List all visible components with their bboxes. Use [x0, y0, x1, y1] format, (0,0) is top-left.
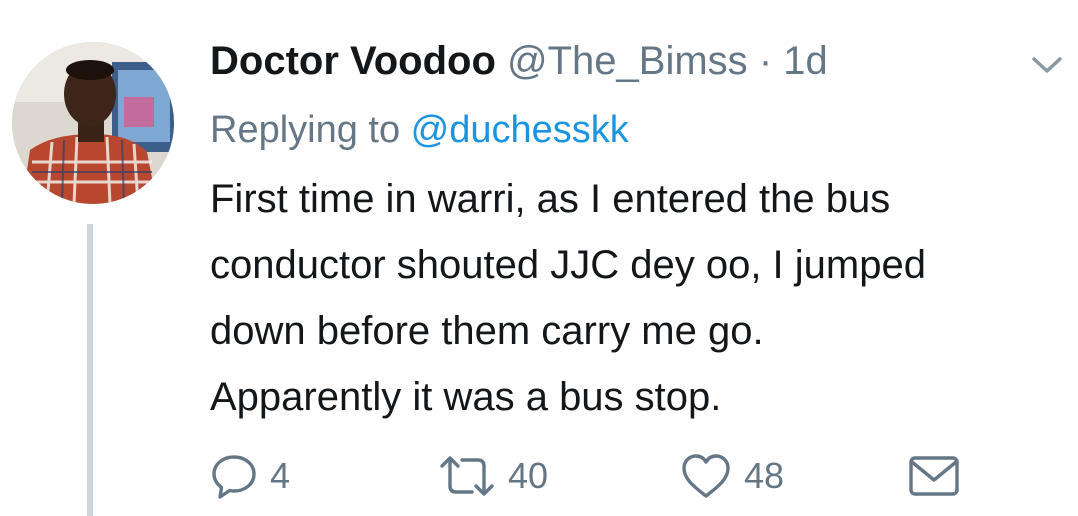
reply-count: 4 — [270, 455, 291, 496]
retweet-icon — [440, 456, 494, 496]
heart-icon — [682, 454, 730, 498]
separator-dot: · — [758, 39, 773, 83]
tweet-text: First time in warri, as I entered the bu… — [210, 166, 1070, 430]
reply-button[interactable]: 4 — [210, 446, 290, 506]
tweet-header: Doctor Voodoo @The_Bimss · 1d — [210, 30, 828, 92]
retweet-count: 40 — [508, 455, 549, 496]
avatar-image — [12, 42, 174, 204]
reply-icon — [212, 455, 256, 499]
tweet-text-line: Apparently it was a bus stop. — [210, 375, 722, 419]
tweet-text-line: First time in warri, as I entered the bu… — [210, 177, 891, 221]
tweet-text-line: conductor shouted JJC dey oo, I jumped — [210, 243, 926, 287]
action-bar: 4 40 48 — [210, 446, 1070, 506]
timestamp[interactable]: 1d — [783, 39, 828, 83]
tweet: Doctor Voodoo @The_Bimss · 1d Replying t… — [0, 0, 1078, 516]
thread-line — [87, 224, 93, 516]
envelope-icon — [909, 456, 959, 496]
replying-to: Replying to @duchesskk — [210, 100, 629, 160]
tweet-text-line: down before them carry me go. — [210, 309, 764, 353]
user-handle[interactable]: @The_Bimss — [507, 39, 748, 83]
like-count: 48 — [744, 455, 785, 496]
display-name[interactable]: Doctor Voodoo — [210, 39, 496, 83]
avatar[interactable] — [12, 42, 174, 204]
replying-to-handle[interactable]: @duchesskk — [411, 109, 629, 151]
like-button[interactable]: 48 — [680, 446, 784, 506]
replying-to-label: Replying to — [210, 109, 411, 151]
retweet-button[interactable]: 40 — [438, 446, 548, 506]
direct-message-button[interactable] — [908, 446, 960, 506]
chevron-down-icon[interactable] — [1030, 52, 1064, 78]
